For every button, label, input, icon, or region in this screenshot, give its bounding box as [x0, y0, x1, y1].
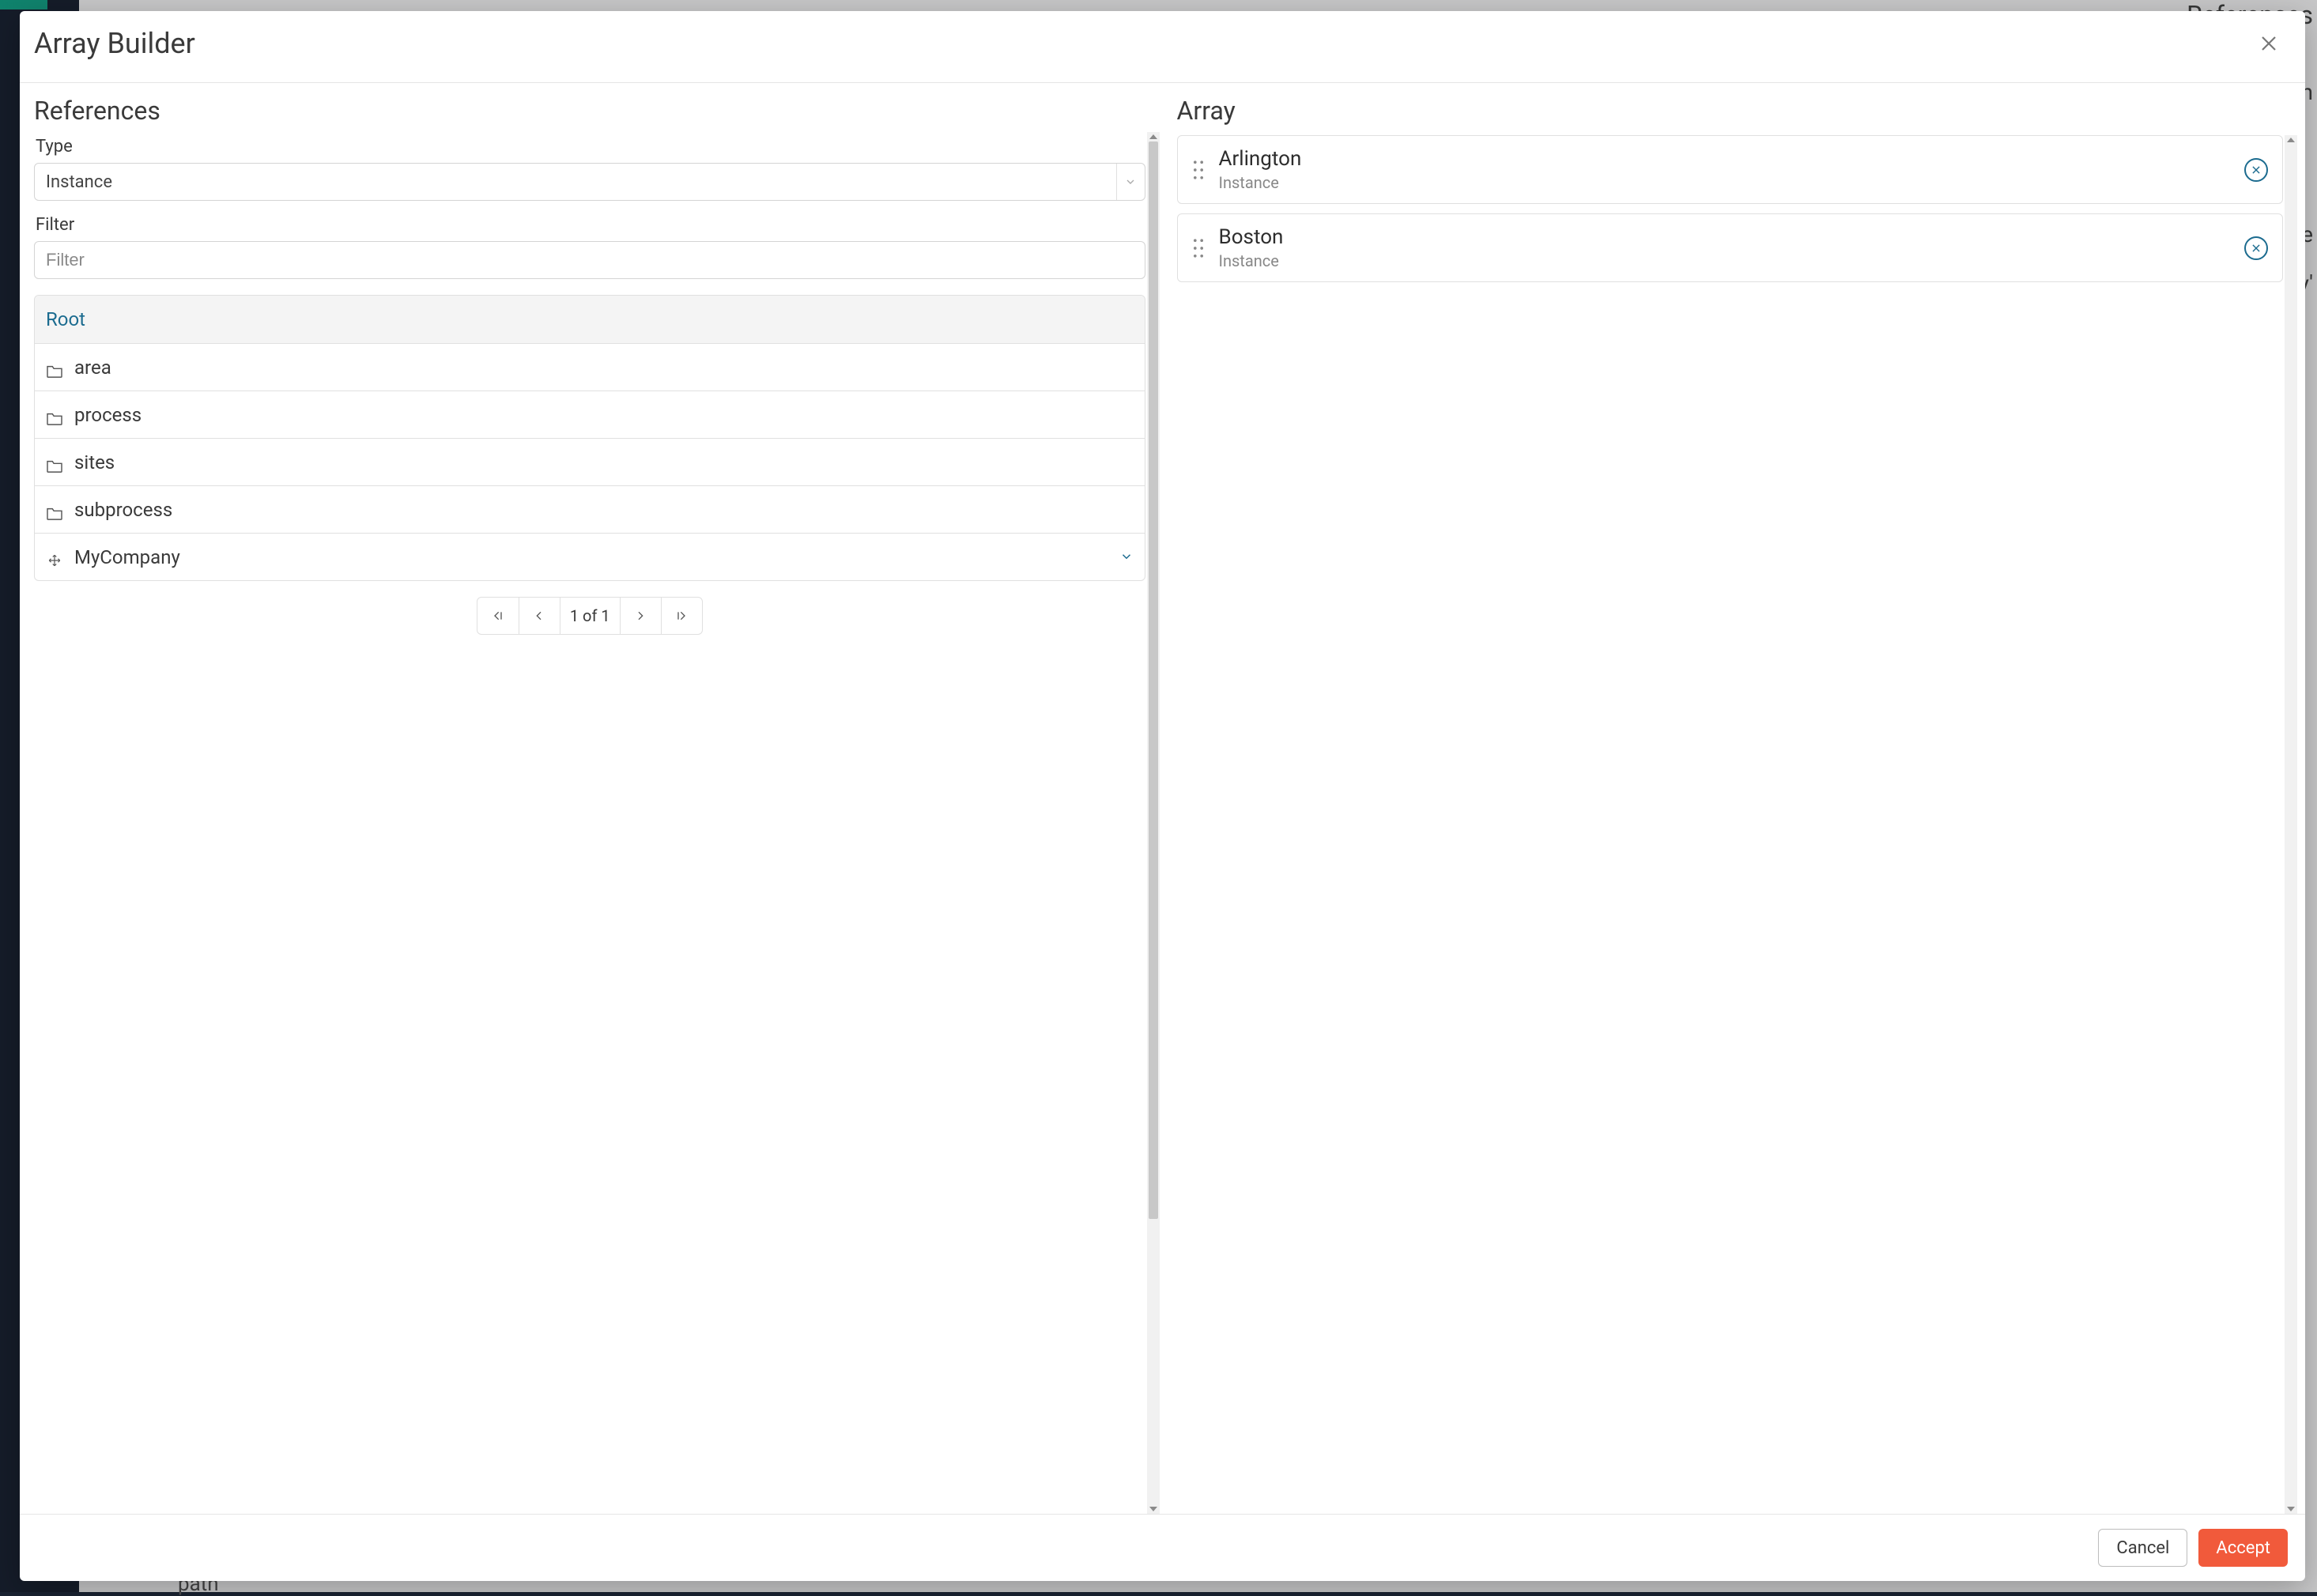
tree-root[interactable]: Root: [35, 296, 1145, 343]
scroll-thumb[interactable]: [1149, 141, 1158, 1219]
chevron-left-icon: [533, 609, 545, 622]
scroll-up-icon: [2287, 138, 2295, 142]
array-item-text: Boston Instance: [1219, 225, 2245, 270]
expand-chevron[interactable]: [1119, 546, 1134, 568]
tree-item-mycompany[interactable]: MyCompany: [35, 533, 1145, 580]
array-item-subtitle: Instance: [1219, 173, 2245, 192]
array-item-title: Boston: [1219, 225, 2245, 250]
tree-item-process[interactable]: process: [35, 391, 1145, 438]
filter-input[interactable]: [34, 241, 1145, 279]
reference-tree: Root area process: [34, 295, 1145, 581]
drag-icon: [1192, 237, 1205, 259]
pager-last[interactable]: [661, 598, 702, 634]
move-icon: [46, 550, 63, 564]
modal-body: References Type Instance Filter Root: [20, 83, 2305, 1514]
type-label: Type: [36, 137, 1145, 157]
pager: 1 of 1: [34, 597, 1145, 635]
array-title: Array: [1177, 96, 2298, 126]
array-panel: Array Arlington Instance: [1163, 83, 2306, 1514]
scroll-up-icon: [1149, 134, 1157, 139]
tree-item-label: subprocess: [74, 499, 172, 521]
array-scroll-area: Arlington Instance: [1177, 135, 2298, 1514]
tree-item-label: area: [74, 357, 111, 379]
last-page-icon: [675, 609, 688, 622]
scroll-down-icon: [2287, 1507, 2295, 1511]
type-select[interactable]: Instance: [34, 163, 1145, 201]
filter-label: Filter: [36, 215, 1145, 235]
tree-item-label: process: [74, 404, 142, 426]
right-scrollbar[interactable]: [2285, 135, 2297, 1514]
cancel-button[interactable]: Cancel: [2098, 1529, 2187, 1567]
chevron-down-icon: [1119, 549, 1134, 564]
array-item: Arlington Instance: [1177, 135, 2284, 204]
array-item-title: Arlington: [1219, 147, 2245, 172]
remove-icon: [2251, 243, 2262, 254]
drag-handle[interactable]: [1192, 237, 1205, 259]
close-icon: [2259, 34, 2278, 53]
drag-handle[interactable]: [1192, 159, 1205, 181]
modal-header: Array Builder: [20, 11, 2305, 83]
tree-item-area[interactable]: area: [35, 343, 1145, 391]
accept-button[interactable]: Accept: [2198, 1529, 2288, 1567]
folder-icon: [46, 408, 63, 422]
folder-icon: [46, 360, 63, 375]
references-panel: References Type Instance Filter Root: [20, 83, 1163, 1514]
folder-icon: [46, 455, 63, 470]
tree-item-label: MyCompany: [74, 546, 180, 568]
array-builder-modal: Array Builder References Type Instance F…: [20, 11, 2305, 1581]
pager-prev[interactable]: [519, 598, 560, 634]
left-scrollbar[interactable]: [1147, 132, 1160, 1514]
tree-root-label: Root: [46, 308, 85, 330]
tree-item-subprocess[interactable]: subprocess: [35, 485, 1145, 533]
array-item: Boston Instance: [1177, 213, 2284, 282]
remove-icon: [2251, 164, 2262, 175]
type-select-value: Instance: [46, 172, 112, 192]
close-button[interactable]: [2256, 31, 2281, 56]
array-item-text: Arlington Instance: [1219, 147, 2245, 192]
type-select-chevron: [1116, 164, 1145, 200]
pager-next[interactable]: [620, 598, 661, 634]
tree-item-sites[interactable]: sites: [35, 438, 1145, 485]
pager-first[interactable]: [477, 598, 519, 634]
references-title: References: [34, 96, 1160, 126]
scroll-down-icon: [1149, 1507, 1157, 1511]
remove-item-button[interactable]: [2244, 236, 2268, 260]
remove-item-button[interactable]: [2244, 158, 2268, 182]
drag-icon: [1192, 159, 1205, 181]
array-item-subtitle: Instance: [1219, 251, 2245, 270]
chevron-right-icon: [634, 609, 647, 622]
modal-title: Array Builder: [34, 27, 195, 60]
references-scroll-area: Type Instance Filter Root: [34, 132, 1160, 1514]
folder-icon: [46, 503, 63, 517]
modal-footer: Cancel Accept: [20, 1514, 2305, 1581]
chevron-down-icon: [1124, 175, 1137, 188]
first-page-icon: [492, 609, 504, 622]
pager-status: 1 of 1: [560, 598, 620, 634]
tree-item-label: sites: [74, 451, 115, 474]
